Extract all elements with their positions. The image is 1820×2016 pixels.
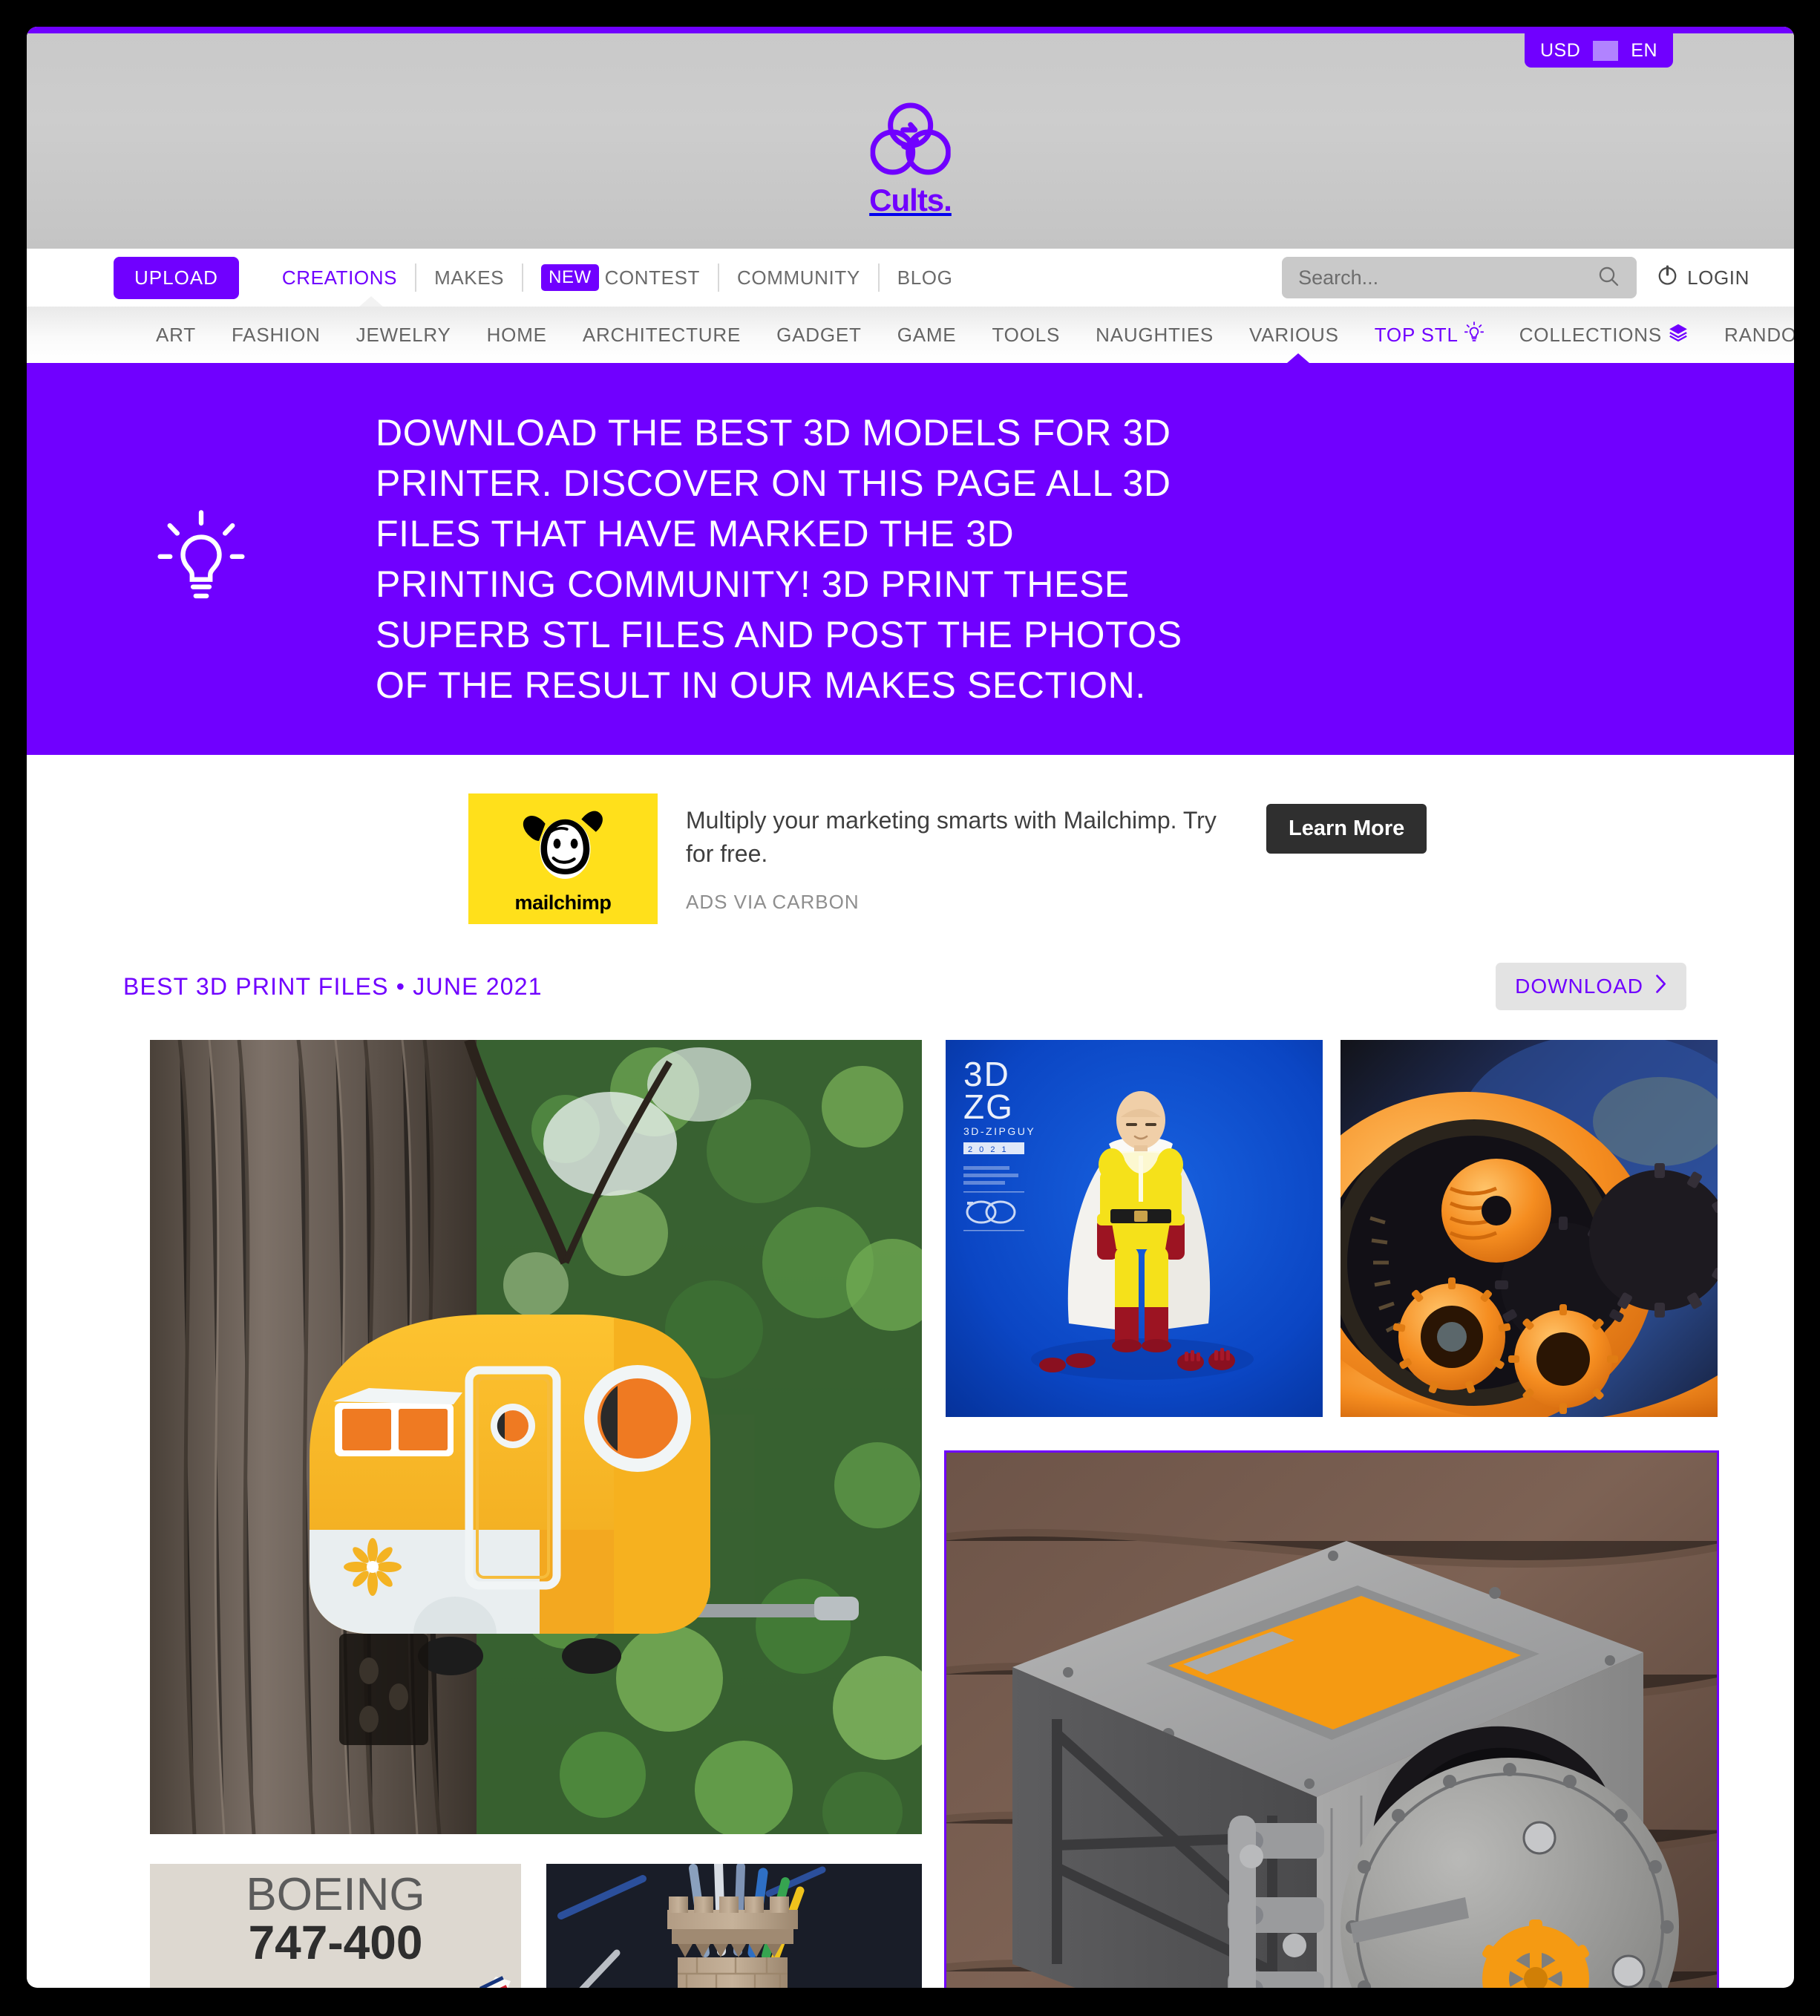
top-accent-strip — [27, 27, 1794, 33]
category-random[interactable]: RANDOM — [1706, 324, 1794, 347]
power-icon — [1656, 264, 1679, 292]
plane-caption-line1: BOEING — [246, 1869, 425, 1920]
main-nav-links: CREATIONS MAKES NEW CONTEST COMMUNITY BL… — [264, 264, 971, 292]
logo-wordmark: Cults. — [869, 183, 952, 217]
category-naughties[interactable]: NAUGHTIES — [1078, 324, 1231, 347]
currency-switcher[interactable]: USD — [1528, 40, 1593, 62]
category-navigation: ART FASHION JEWELRY HOME ARCHITECTURE GA… — [27, 307, 1794, 363]
gallery-tile-orange-gears[interactable] — [1341, 1040, 1718, 1417]
ad-body: Multiply your marketing smarts with Mail… — [658, 793, 1794, 914]
section-header: BEST 3D PRINT FILES • JUNE 2021 DOWNLOAD — [27, 924, 1794, 1010]
category-art[interactable]: ART — [138, 324, 214, 347]
gallery-tile-boeing-747-400[interactable]: BOEING 747-400 AI — [150, 1864, 521, 1988]
section-title: BEST 3D PRINT FILES • JUNE 2021 — [123, 972, 543, 1000]
category-architecture[interactable]: ARCHITECTURE — [565, 324, 759, 347]
mailchimp-wordmark: mailchimp — [514, 891, 612, 914]
main-nav-right: LOGIN — [1282, 257, 1749, 298]
models-gallery: 3D ZG 3D-ZIPGUY 2 0 2 1 BOEING 747-400 — [27, 1040, 1794, 1988]
main-navigation: UPLOAD CREATIONS MAKES NEW CONTEST COMMU… — [27, 249, 1794, 307]
nav-item-community[interactable]: COMMUNITY — [719, 266, 878, 289]
language-switcher[interactable]: EN — [1618, 40, 1670, 62]
gallery-tile-vault-safe-box[interactable] — [944, 1450, 1719, 1988]
gallery-tile-castle-pencil-holder[interactable] — [546, 1864, 922, 1988]
cults-trefoil-logo-icon — [869, 102, 951, 180]
upload-button[interactable]: UPLOAD — [114, 256, 239, 299]
locale-divider — [1593, 40, 1619, 61]
category-game[interactable]: GAME — [880, 324, 975, 347]
svg-text:3D-ZIPGUY: 3D-ZIPGUY — [963, 1125, 1035, 1137]
nav-item-creations[interactable]: CREATIONS — [264, 266, 415, 289]
layers-icon — [1668, 322, 1689, 348]
category-gadget[interactable]: GADGET — [759, 324, 880, 347]
hero-banner: DOWNLOAD THE BEST 3D MODELS FOR 3D PRINT… — [27, 363, 1794, 755]
active-nav-caret — [359, 296, 384, 307]
category-jewelry[interactable]: JEWELRY — [338, 324, 469, 347]
category-collections[interactable]: COLLECTIONS — [1502, 322, 1706, 348]
banner-headline: DOWNLOAD THE BEST 3D MODELS FOR 3D PRINT… — [376, 412, 1182, 706]
ad-attribution[interactable]: ADS VIA CARBON — [686, 891, 1794, 914]
site-header-band: USD EN Cults. — [27, 33, 1794, 249]
search-icon[interactable] — [1597, 264, 1620, 292]
login-button[interactable]: LOGIN — [1656, 264, 1749, 292]
collections-label: COLLECTIONS — [1519, 323, 1663, 346]
banner-lightbulb-icon — [27, 507, 376, 611]
search-box[interactable] — [1282, 257, 1637, 298]
svg-text:2 0 2 1: 2 0 2 1 — [968, 1145, 1009, 1154]
download-label: DOWNLOAD — [1515, 975, 1643, 998]
nav-item-makes[interactable]: MAKES — [416, 266, 522, 289]
ad-row: Multiply your marketing smarts with Mail… — [686, 804, 1794, 871]
lightbulb-icon — [1464, 321, 1484, 349]
gallery-tile-saitama-figure[interactable]: 3D ZG 3D-ZIPGUY 2 0 2 1 — [946, 1040, 1323, 1417]
category-fashion[interactable]: FASHION — [214, 324, 338, 347]
download-button[interactable]: DOWNLOAD — [1496, 963, 1686, 1010]
active-category-caret — [1287, 353, 1309, 363]
nav-divider — [522, 264, 524, 292]
top-stl-label: TOP STL — [1374, 323, 1459, 346]
category-top-stl[interactable]: TOP STL — [1357, 321, 1502, 349]
site-logo[interactable]: Cults. — [869, 102, 952, 218]
mailchimp-logo: mailchimp — [468, 793, 658, 924]
svg-text:ZG: ZG — [963, 1087, 1014, 1126]
category-tools[interactable]: TOOLS — [974, 324, 1078, 347]
category-various[interactable]: VARIOUS — [1231, 324, 1357, 347]
login-label: LOGIN — [1687, 266, 1749, 289]
nav-item-contest[interactable]: CONTEST — [605, 266, 718, 289]
category-home[interactable]: HOME — [469, 324, 565, 347]
ad-copy: Multiply your marketing smarts with Mail… — [686, 807, 1217, 868]
new-badge: NEW — [541, 264, 599, 291]
plane-caption-line2: 747-400 — [249, 1916, 423, 1969]
locale-switcher[interactable]: USD EN — [1524, 33, 1673, 68]
search-input[interactable] — [1298, 266, 1597, 289]
carbon-ad[interactable]: mailchimp Multiply your marketing smarts… — [27, 755, 1794, 924]
chevron-right-icon — [1655, 975, 1667, 998]
gallery-tile-camper-birdhouse[interactable] — [150, 1040, 922, 1834]
ad-learn-more-button[interactable]: Learn More — [1266, 804, 1427, 854]
browser-page: USD EN Cults. UPLOAD CREATIONS MAKES NEW… — [27, 27, 1794, 1988]
nav-item-blog[interactable]: BLOG — [880, 266, 971, 289]
